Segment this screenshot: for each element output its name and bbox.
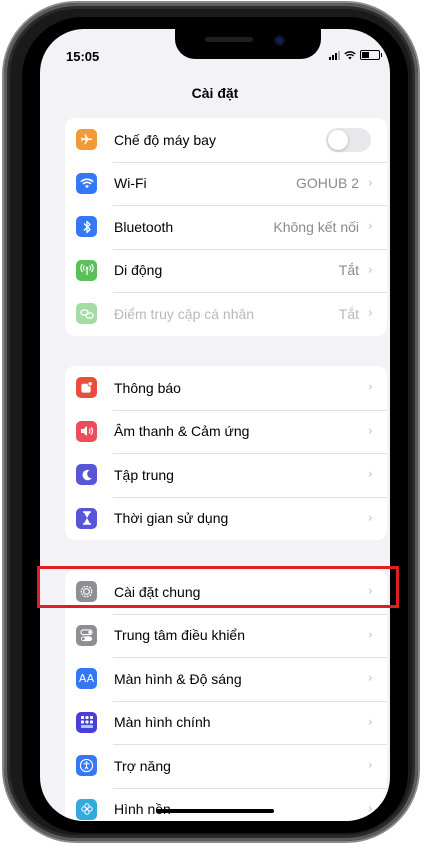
home-indicator[interactable] bbox=[156, 809, 274, 813]
chevron-right-icon: › bbox=[367, 175, 373, 191]
notification-icon bbox=[76, 377, 97, 398]
chevron-right-icon: › bbox=[367, 801, 373, 817]
settings-row-wallpaper[interactable]: Hình nền › bbox=[65, 787, 387, 822]
settings-row-label: Thông báo bbox=[114, 379, 181, 396]
settings-row-accessibility[interactable]: Trợ năng › bbox=[65, 744, 387, 788]
settings-row-label: Chế độ máy bay bbox=[114, 131, 216, 148]
highlight-box-general bbox=[37, 566, 399, 608]
chevron-right-icon: › bbox=[367, 510, 373, 526]
settings-row-bluetooth[interactable]: Bluetooth Không kết nối › bbox=[65, 205, 387, 249]
signal-icon bbox=[329, 50, 340, 60]
text-size-icon: AA bbox=[76, 668, 97, 689]
settings-row-airplane-mode: Chế độ máy bay bbox=[65, 118, 387, 162]
phone-screen: 15:05 Cài đặt Chế độ máy bay Wi-Fi GOHUB… bbox=[40, 29, 390, 821]
notch bbox=[175, 29, 321, 59]
settings-row-screen-time[interactable]: Thời gian sử dụng › bbox=[65, 496, 387, 541]
antenna-icon bbox=[76, 259, 97, 281]
settings-row-value: GOHUB 2 bbox=[295, 175, 359, 192]
chevron-right-icon: › bbox=[367, 671, 373, 687]
status-time: 15:05 bbox=[66, 49, 100, 64]
settings-row-home-screen[interactable]: Màn hình chính › bbox=[65, 700, 387, 745]
battery-icon bbox=[360, 50, 382, 60]
settings-row-cellular[interactable]: Di động Tắt › bbox=[65, 248, 387, 293]
chevron-right-icon: › bbox=[367, 423, 373, 439]
settings-row-display-brightness[interactable]: AA Màn hình & Độ sáng › bbox=[65, 657, 387, 701]
settings-row-label: Màn hình & Độ sáng bbox=[114, 670, 242, 687]
chevron-right-icon: › bbox=[367, 467, 373, 483]
settings-row-personal-hotspot[interactable]: Điểm truy cập cá nhân Tắt › bbox=[65, 292, 387, 336]
accessibility-icon bbox=[76, 755, 97, 776]
settings-row-label: Di động bbox=[114, 262, 163, 279]
chevron-right-icon: › bbox=[367, 306, 373, 322]
home-screen-icon bbox=[76, 711, 97, 733]
hourglass-icon bbox=[76, 507, 97, 529]
hotspot-icon bbox=[76, 303, 97, 324]
settings-row-label: Bluetooth bbox=[114, 218, 174, 235]
settings-row-sounds-haptics[interactable]: Âm thanh & Cảm ứng › bbox=[65, 409, 387, 454]
settings-row-label: Màn hình chính bbox=[114, 714, 211, 731]
airplane-mode-toggle[interactable] bbox=[326, 128, 371, 152]
settings-row-value: Không kết nối bbox=[273, 218, 359, 235]
settings-row-label: Thời gian sử dụng bbox=[114, 510, 229, 527]
settings-row-wifi[interactable]: Wi-Fi GOHUB 2 › bbox=[65, 161, 387, 206]
settings-row-label: Tập trung bbox=[114, 466, 174, 483]
settings-row-focus[interactable]: Tập trung › bbox=[65, 453, 387, 497]
chevron-right-icon: › bbox=[367, 758, 373, 774]
status-icons bbox=[329, 50, 382, 60]
airplane-icon bbox=[76, 129, 97, 150]
phone-frame: 15:05 Cài đặt Chế độ máy bay Wi-Fi GOHUB… bbox=[4, 3, 418, 841]
control-center-icon bbox=[76, 624, 97, 646]
wifi-status-icon bbox=[344, 50, 356, 59]
moon-icon bbox=[76, 464, 97, 485]
chevron-right-icon: › bbox=[367, 380, 373, 396]
settings-row-label: Wi-Fi bbox=[114, 175, 147, 192]
page-title: Cài đặt bbox=[191, 85, 239, 101]
wifi-icon bbox=[76, 172, 97, 194]
settings-row-label: Trợ năng bbox=[114, 757, 171, 774]
settings-row-label: Âm thanh & Cảm ứng bbox=[114, 423, 250, 440]
wallpaper-icon bbox=[76, 798, 97, 820]
settings-row-control-center[interactable]: Trung tâm điều khiển › bbox=[65, 613, 387, 658]
settings-row-label: Trung tâm điều khiển bbox=[114, 627, 245, 644]
chevron-right-icon: › bbox=[367, 714, 373, 730]
settings-row-notifications[interactable]: Thông báo › bbox=[65, 366, 387, 410]
front-camera bbox=[276, 37, 283, 44]
settings-row-value: Tắt bbox=[338, 262, 359, 279]
settings-row-label: Điểm truy cập cá nhân bbox=[114, 305, 255, 322]
notifications-group: Thông báo › Âm thanh & Cảm ứng › Tập tru… bbox=[65, 366, 387, 540]
settings-row-value: Tắt bbox=[338, 305, 359, 322]
speaker-icon bbox=[76, 420, 97, 442]
chevron-right-icon: › bbox=[367, 219, 373, 235]
bluetooth-icon bbox=[76, 216, 97, 237]
chevron-right-icon: › bbox=[367, 627, 373, 643]
connectivity-group: Chế độ máy bay Wi-Fi GOHUB 2 › Bluetooth… bbox=[65, 118, 387, 336]
chevron-right-icon: › bbox=[367, 262, 373, 278]
